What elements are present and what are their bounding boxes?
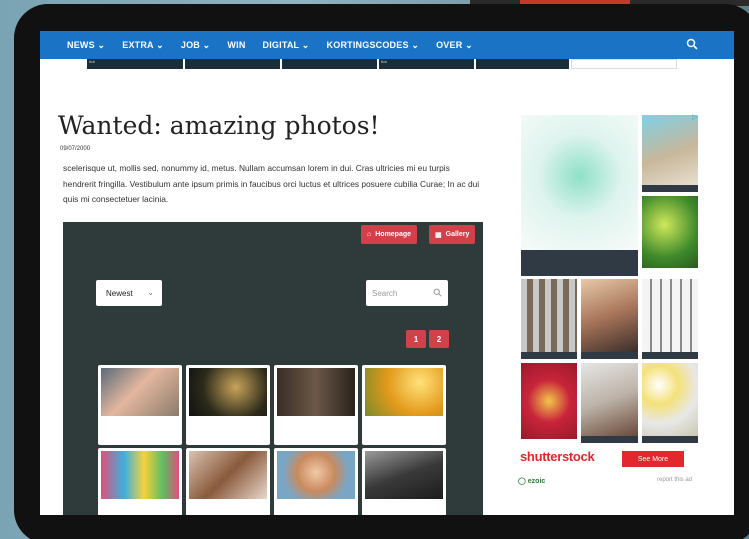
nav-item-over[interactable]: OVER ⌄ bbox=[436, 40, 473, 51]
photo-image bbox=[277, 368, 355, 416]
photo-image bbox=[365, 451, 443, 499]
gallery-button-label: Gallery bbox=[445, 231, 470, 238]
search-icon bbox=[433, 288, 442, 297]
homepage-button-label: Homepage bbox=[375, 231, 412, 238]
ad-cell[interactable] bbox=[476, 59, 571, 69]
photo-image bbox=[365, 368, 443, 416]
home-icon: ⌂ bbox=[367, 231, 372, 238]
see-more-button[interactable]: See More bbox=[622, 451, 684, 467]
nav-item-job[interactable]: JOB ⌄ bbox=[181, 40, 211, 51]
photo-thumbnail[interactable] bbox=[362, 448, 446, 515]
photo-thumbnail[interactable] bbox=[274, 365, 358, 445]
ad-image-bar bbox=[521, 352, 577, 359]
ezoic-label: ezoic bbox=[527, 478, 546, 485]
ad-image bbox=[642, 196, 698, 268]
nav-item-kortingscodes[interactable]: KORTINGSCODES ⌄ bbox=[327, 40, 420, 51]
ad-image bbox=[521, 363, 577, 439]
ad-image-bar bbox=[581, 436, 638, 443]
ad-image bbox=[581, 279, 638, 352]
ad-image bbox=[521, 115, 638, 250]
tablet-screen: NEWS ⌄ EXTRA ⌄ JOB ⌄ WIN DIGITAL ⌄ KORTI… bbox=[40, 31, 734, 515]
ad-cell[interactable] bbox=[571, 59, 677, 69]
sidebar-ad[interactable] bbox=[518, 112, 701, 482]
report-ad-link[interactable]: report this ad bbox=[657, 477, 692, 483]
page-2-button[interactable]: 2 bbox=[429, 330, 449, 348]
sort-select-value: Newest bbox=[106, 288, 133, 298]
ad-image-bar bbox=[642, 185, 698, 192]
photo-image bbox=[189, 451, 267, 499]
sort-select[interactable]: Newest ⌄ bbox=[96, 280, 162, 306]
ad-cell[interactable]: tick bbox=[379, 59, 476, 69]
search-placeholder: Search bbox=[372, 288, 398, 298]
photo-thumbnail[interactable] bbox=[362, 365, 446, 445]
ad-image bbox=[642, 279, 698, 352]
nav-item-win[interactable]: WIN bbox=[227, 40, 245, 50]
gallery-button[interactable]: ▦ Gallery bbox=[429, 225, 476, 244]
ad-image bbox=[581, 363, 638, 436]
nav-item-extra[interactable]: EXTRA ⌄ bbox=[122, 40, 164, 51]
chevron-down-icon: ⌄ bbox=[147, 288, 154, 297]
ad-cell[interactable] bbox=[282, 59, 379, 69]
nav-item-digital[interactable]: DIGITAL ⌄ bbox=[263, 40, 310, 51]
article-body: scelerisque ut, mollis sed, nonummy id, … bbox=[63, 163, 480, 204]
article-date: 09/07/2000 bbox=[60, 146, 91, 152]
grid-icon: ▦ bbox=[435, 231, 442, 239]
photo-image bbox=[101, 368, 179, 416]
photo-image bbox=[189, 368, 267, 416]
adchoices-icon[interactable]: ▷ bbox=[692, 113, 697, 121]
photo-gallery: ⌂ Homepage ▦ Gallery Newest ⌄ Search 1 2 bbox=[63, 222, 483, 515]
ezoic-logo[interactable]: ◯ ezoic bbox=[518, 477, 545, 485]
photo-thumbnail[interactable] bbox=[186, 448, 270, 515]
photo-image bbox=[277, 451, 355, 499]
page-title: Wanted: amazing photos! bbox=[58, 111, 380, 140]
top-ad-strip[interactable]: tick tick bbox=[87, 59, 677, 69]
nav-item-news[interactable]: NEWS ⌄ bbox=[67, 40, 105, 51]
homepage-button[interactable]: ⌂ Homepage bbox=[361, 225, 418, 244]
photo-thumbnail[interactable] bbox=[98, 448, 182, 515]
ad-image-bar bbox=[581, 352, 638, 359]
ad-image bbox=[642, 363, 698, 436]
photo-thumbnail[interactable] bbox=[274, 448, 358, 515]
ad-image bbox=[521, 279, 577, 352]
top-navigation: NEWS ⌄ EXTRA ⌄ JOB ⌄ WIN DIGITAL ⌄ KORTI… bbox=[40, 31, 734, 59]
photo-thumbnail[interactable] bbox=[98, 365, 182, 445]
gallery-search-input[interactable]: Search bbox=[366, 280, 448, 306]
ad-cell[interactable]: tick bbox=[87, 59, 185, 69]
page-1-button[interactable]: 1 bbox=[406, 330, 426, 348]
photo-thumbnail[interactable] bbox=[186, 365, 270, 445]
ad-image-bar bbox=[642, 436, 698, 443]
ad-image-bar bbox=[642, 352, 698, 359]
photo-image bbox=[101, 451, 179, 499]
shutterstock-logo: shutterstock bbox=[520, 449, 595, 464]
ad-cell[interactable] bbox=[185, 59, 282, 69]
ad-image bbox=[642, 115, 698, 185]
search-icon[interactable] bbox=[686, 38, 698, 50]
ad-image-bar bbox=[521, 250, 638, 276]
